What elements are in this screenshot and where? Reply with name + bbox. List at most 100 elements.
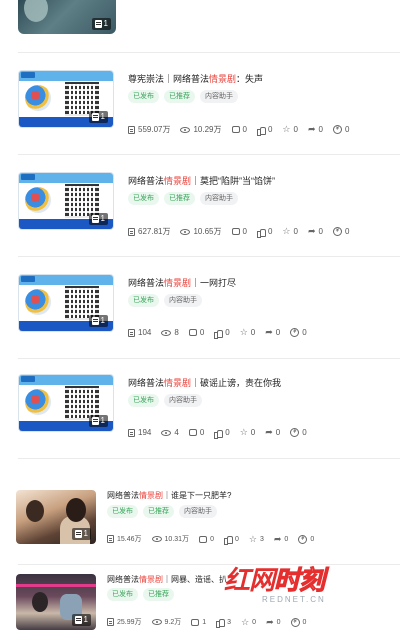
coin-icon: ¥	[332, 227, 342, 236]
stat-favorites[interactable]: ☆ 0	[240, 328, 256, 338]
stat-favorites[interactable]: ☆ 0	[241, 616, 256, 627]
stat-value: 0	[225, 428, 230, 437]
stat-value: 10.29万	[193, 125, 222, 134]
favorite-icon: ☆	[241, 616, 250, 627]
image-count-icon	[91, 113, 99, 121]
content-item[interactable]: 1 网络普法情景剧｜谁是下一只肥羊? 已发布 已推荐 内容助手 15.46万 10.31万 0…	[0, 482, 400, 552]
comment-icon	[231, 126, 240, 133]
stat-likes[interactable]: 0	[214, 328, 230, 339]
item-title[interactable]: 网络普法情景剧｜破谣止谤，责在你我	[128, 376, 281, 389]
item-stats: 559.07万 10.29万 0 0 ☆ 0 ➦ 0 ¥0	[128, 124, 359, 136]
image-count: 1	[100, 316, 105, 325]
stat-likes[interactable]: 0	[256, 125, 272, 136]
stat-coins: ¥0	[290, 428, 307, 437]
stat-value: 0	[199, 328, 205, 337]
item-thumbnail[interactable]: 1	[18, 374, 114, 432]
favorite-icon: ☆	[282, 124, 291, 134]
stat-coins: ¥0	[332, 125, 349, 134]
status-tag: 已推荐	[164, 192, 195, 205]
item-title[interactable]: 网络普法情景剧｜网暴、造谣、扒	[107, 574, 227, 585]
stat-value: 0	[210, 535, 214, 543]
status-tag: 已推荐	[143, 505, 174, 518]
image-count: 1	[100, 416, 105, 425]
image-count: 1	[103, 19, 108, 28]
item-thumbnail[interactable]: 1	[18, 274, 114, 332]
like-icon	[214, 429, 224, 439]
view-count-icon	[161, 329, 172, 336]
item-thumbnail[interactable]: 1	[18, 70, 114, 128]
image-count-icon	[91, 215, 99, 223]
view-count-icon	[180, 126, 191, 133]
stat-value: 0	[302, 618, 307, 626]
stat-comments[interactable]: 0	[188, 328, 205, 337]
stat-comments[interactable]: 1	[191, 618, 207, 626]
item-stats: 15.46万 10.31万 0 0 ☆ 3 ➦ 0 ¥0	[107, 533, 324, 545]
stat-shares[interactable]: ➦ 0	[308, 227, 323, 237]
item-stats: 25.99万 9.2万 1 3 ☆ 0 ➦ 0 ¥0	[107, 616, 316, 628]
stat-shares[interactable]: ➦ 0	[265, 328, 280, 338]
content-item[interactable]: 1 尊宪崇法｜网络普法情景剧：失声 已发布 已推荐 内容助手 559.07万 10.29万 0…	[0, 62, 400, 142]
coin-icon: ¥	[298, 534, 308, 544]
title-text: 网络普法	[107, 575, 139, 584]
share-icon: ➦	[273, 533, 282, 544]
content-item[interactable]: 1 网络普法情景剧｜一网打尽 已发布 内容助手 104 8 0 0 ☆ 0 ➦ 0 ¥0	[0, 266, 400, 346]
item-title[interactable]: 网络普法情景剧｜谁是下一只肥羊?	[107, 490, 231, 501]
stat-value: 4	[174, 428, 179, 437]
stat-favorites[interactable]: ☆ 0	[282, 227, 298, 237]
stat-favorites[interactable]: ☆ 0	[282, 124, 298, 135]
stat-value: 0	[344, 227, 350, 236]
poster-tag	[21, 376, 35, 382]
item-title[interactable]: 网络普法情景剧｜莫把“陷阱”当“馅饼”	[128, 174, 275, 187]
read-count-icon	[107, 535, 114, 543]
stat-shares[interactable]: ➦ 0	[266, 616, 280, 627]
divider	[18, 458, 400, 459]
stat-comments[interactable]: 0	[188, 428, 204, 437]
stat-favorites[interactable]: ☆ 3	[248, 533, 264, 544]
item-title[interactable]: 尊宪崇法｜网络普法情景剧：失声	[128, 72, 263, 85]
image-count-badge: 1	[88, 213, 108, 225]
stat-shares[interactable]: ➦ 0	[308, 125, 323, 135]
stat-shares[interactable]: ➦ 0	[273, 533, 288, 544]
image-count-badge: 1	[88, 315, 108, 327]
stat-reads: 559.07万	[128, 124, 170, 135]
stat-comments[interactable]: 0	[199, 535, 214, 543]
content-item[interactable]: 1 网络普法情景剧｜莫把“陷阱”当“馅饼” 已发布 已推荐 内容助手 627.81万 10.…	[0, 164, 400, 244]
poster-cartoon	[25, 289, 51, 315]
stat-favorites[interactable]: ☆ 0	[240, 428, 256, 438]
view-count-icon	[151, 619, 162, 625]
item-stats: 104 8 0 0 ☆ 0 ➦ 0 ¥0	[128, 328, 317, 339]
stat-shares[interactable]: ➦ 0	[265, 428, 280, 438]
title-highlight: 情景剧	[139, 491, 163, 500]
item-thumbnail[interactable]: 1	[18, 172, 114, 230]
status-tag: 已发布	[128, 394, 159, 407]
stat-value: 1	[202, 618, 207, 626]
stat-likes[interactable]: 0	[256, 227, 273, 238]
content-item[interactable]: 1 网络普法情景剧｜破谣止谤，责在你我 已发布 内容助手 194 4 0 0 ☆ 0 ➦ 0 ¥0	[0, 366, 400, 446]
thumbnail-figure	[24, 0, 48, 22]
title-text: ｜谁是下一只肥羊?	[163, 491, 232, 500]
stat-comments[interactable]: 0	[231, 227, 247, 236]
favorite-icon: ☆	[248, 533, 257, 544]
stat-value: 104	[138, 328, 152, 337]
item-thumbnail[interactable]: 1	[16, 574, 96, 630]
image-count: 1	[100, 112, 105, 121]
stat-views: 9.2万	[151, 617, 181, 627]
image-count-badge: 1	[88, 111, 108, 123]
stat-likes[interactable]: 3	[216, 618, 231, 628]
item-thumbnail[interactable]: 1	[16, 490, 96, 544]
item-title[interactable]: 网络普法情景剧｜一网打尽	[128, 276, 236, 289]
stat-value: 0	[242, 227, 247, 236]
title-highlight: 情景剧	[139, 575, 163, 584]
video-thumbnail[interactable]: 1	[18, 0, 116, 34]
stat-value: 0	[267, 227, 273, 236]
stat-comments[interactable]: 0	[231, 125, 247, 134]
poster-cartoon	[25, 187, 51, 213]
stat-likes[interactable]: 0	[214, 428, 230, 439]
stat-likes[interactable]: 0	[223, 535, 239, 545]
title-highlight: 情景剧	[209, 74, 237, 84]
share-icon: ➦	[266, 616, 274, 627]
status-tag: 已发布	[107, 588, 138, 601]
image-count-icon	[91, 317, 99, 325]
item-stats: 194 4 0 0 ☆ 0 ➦ 0 ¥0	[128, 428, 317, 439]
coin-icon: ¥	[290, 328, 300, 337]
